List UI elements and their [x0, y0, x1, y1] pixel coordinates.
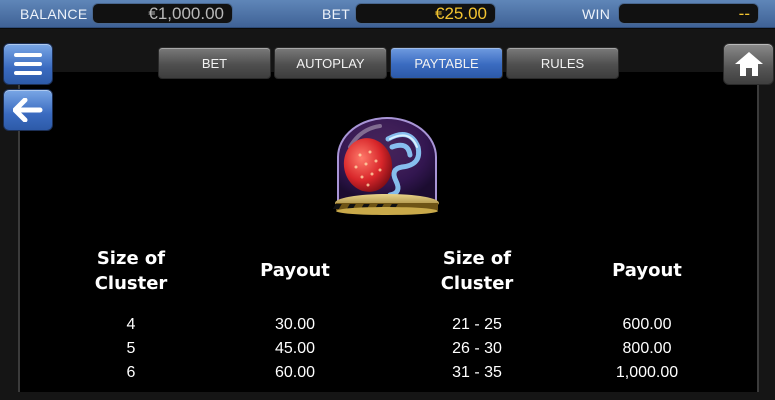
tab-bet[interactable]: BET	[158, 47, 271, 79]
tab-autoplay[interactable]: AUTOPLAY	[274, 47, 387, 79]
bet-label: BET	[322, 6, 351, 22]
tab-paytable[interactable]: PAYTABLE	[390, 47, 503, 79]
balance-label: BALANCE	[20, 6, 88, 22]
win-label: WIN	[582, 6, 611, 22]
tab-bar: BET AUTOPLAY PAYTABLE RULES	[158, 47, 619, 79]
menu-button[interactable]	[3, 43, 53, 85]
home-button[interactable]	[723, 43, 774, 85]
balance-value: €1,000.00	[92, 3, 233, 24]
status-bar: BALANCE €1,000.00 BET €25.00 WIN --	[0, 0, 775, 28]
back-button[interactable]	[3, 89, 53, 131]
strawberry-in-glass-dome-icon	[332, 117, 439, 215]
hamburger-menu-icon	[14, 53, 42, 75]
bet-value: €25.00	[355, 3, 496, 24]
tab-rules[interactable]: RULES	[506, 47, 619, 79]
arrow-left-icon	[13, 98, 43, 122]
win-value: --	[618, 3, 759, 24]
home-icon	[734, 52, 763, 76]
